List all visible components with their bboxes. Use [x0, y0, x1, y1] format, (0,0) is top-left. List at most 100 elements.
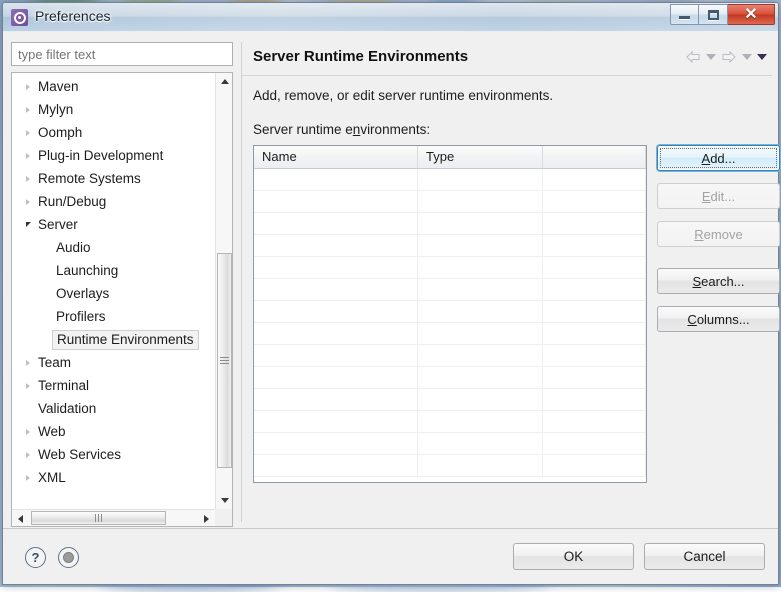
tree-item-validation[interactable]: Validation — [12, 397, 214, 420]
chevron-down-icon[interactable] — [20, 222, 36, 227]
tree-item-server[interactable]: Server — [12, 213, 214, 236]
scrollbar-grip-icon — [95, 514, 103, 522]
chevron-right-icon[interactable] — [20, 107, 36, 113]
table-row[interactable] — [254, 257, 646, 279]
preferences-dialog: Preferences ✕ MavenMylynOomphPlug-in Dev… — [2, 2, 779, 585]
tree-item-mylyn[interactable]: Mylyn — [12, 98, 214, 121]
chevron-right-icon[interactable] — [20, 130, 36, 136]
table-row[interactable] — [254, 301, 646, 323]
tree-vertical-scrollbar-thumb[interactable] — [217, 253, 232, 468]
table-row[interactable] — [254, 169, 646, 191]
table-cell — [254, 389, 418, 411]
forward-dropdown-icon[interactable] — [742, 54, 752, 60]
chevron-right-icon[interactable] — [20, 475, 36, 481]
chevron-right-icon[interactable] — [20, 360, 36, 366]
scroll-up-button[interactable] — [216, 73, 233, 90]
tree-item-launching[interactable]: Launching — [12, 259, 214, 282]
server-runtime-table[interactable]: NameType — [253, 145, 647, 483]
table-column-header[interactable]: Type — [418, 146, 543, 168]
chevron-right-icon[interactable] — [20, 84, 36, 90]
cancel-button[interactable]: Cancel — [644, 543, 765, 570]
tree-item-plug-in-development[interactable]: Plug-in Development — [12, 144, 214, 167]
tree-item-overlays[interactable]: Overlays — [12, 282, 214, 305]
tree-item-maven[interactable]: Maven — [12, 75, 214, 98]
edit-button[interactable]: Edit... — [657, 183, 780, 209]
table-row[interactable] — [254, 323, 646, 345]
add-button-label: Add... — [702, 151, 736, 166]
close-icon: ✕ — [744, 7, 757, 23]
scroll-down-icon — [221, 498, 229, 503]
tree-item-remote-systems[interactable]: Remote Systems — [12, 167, 214, 190]
preferences-tree[interactable]: MavenMylynOomphPlug-in Development Remote… — [12, 75, 214, 508]
back-dropdown-icon[interactable] — [706, 54, 716, 60]
table-row[interactable] — [254, 191, 646, 213]
chevron-right-icon[interactable] — [20, 153, 36, 159]
tree-item-label: Remote Systems — [36, 171, 141, 186]
table-cell — [543, 323, 646, 345]
chevron-right-icon[interactable] — [20, 452, 36, 458]
columns-button[interactable]: Columns... — [657, 306, 780, 332]
view-menu-dropdown-icon[interactable] — [757, 54, 767, 60]
table-cell — [254, 323, 418, 345]
table-cell — [254, 279, 418, 301]
table-row[interactable] — [254, 345, 646, 367]
table-row[interactable] — [254, 279, 646, 301]
chevron-right-icon[interactable] — [20, 176, 36, 182]
tree-item-xml[interactable]: XML — [12, 466, 214, 489]
table-row[interactable] — [254, 455, 646, 477]
table-cell — [543, 257, 646, 279]
ok-button[interactable]: OK — [513, 543, 634, 570]
tree-item-audio[interactable]: Audio — [12, 236, 214, 259]
scroll-right-icon — [204, 515, 209, 523]
maximize-button[interactable] — [699, 4, 728, 25]
window-titlebar[interactable]: Preferences ✕ — [3, 3, 778, 32]
table-row[interactable] — [254, 235, 646, 257]
tree-item-runtime-environments[interactable]: Runtime Environments — [12, 328, 214, 351]
chevron-right-icon[interactable] — [20, 199, 36, 205]
tree-item-web-services[interactable]: Web Services — [12, 443, 214, 466]
table-row[interactable] — [254, 411, 646, 433]
remove-button[interactable]: Remove — [657, 221, 780, 247]
minimize-button[interactable] — [670, 4, 699, 25]
tree-item-oomph[interactable]: Oomph — [12, 121, 214, 144]
search-button[interactable]: Search... — [657, 268, 780, 294]
close-button[interactable]: ✕ — [728, 4, 775, 25]
tree-horizontal-scrollbar[interactable] — [12, 509, 232, 526]
tree-item-web[interactable]: Web — [12, 420, 214, 443]
scroll-right-button[interactable] — [198, 510, 215, 527]
tree-item-team[interactable]: Team — [12, 351, 214, 374]
table-row[interactable] — [254, 433, 646, 455]
table-cell — [254, 301, 418, 323]
filter-input[interactable] — [11, 42, 233, 66]
tree-item-label: Runtime Environments — [52, 330, 199, 350]
chevron-right-icon[interactable] — [20, 383, 36, 389]
restore-defaults-icon[interactable] — [58, 547, 79, 568]
add-button[interactable]: Add... — [657, 145, 780, 171]
maximize-icon — [708, 10, 719, 20]
scroll-left-button[interactable] — [12, 510, 29, 527]
table-cell — [543, 345, 646, 367]
scroll-down-button[interactable] — [216, 492, 233, 509]
table-cell — [254, 169, 418, 191]
tree-vertical-scrollbar[interactable] — [215, 73, 232, 509]
forward-arrow-icon[interactable] — [721, 50, 737, 64]
tree-item-terminal[interactable]: Terminal — [12, 374, 214, 397]
table-cell — [254, 235, 418, 257]
table-cell — [418, 191, 543, 213]
back-arrow-icon[interactable] — [685, 50, 701, 64]
table-cell — [543, 367, 646, 389]
table-row[interactable] — [254, 389, 646, 411]
table-column-header[interactable]: Name — [254, 146, 418, 168]
tree-horizontal-scrollbar-thumb[interactable] — [31, 511, 166, 525]
table-column-header[interactable] — [543, 146, 646, 168]
table-row[interactable] — [254, 367, 646, 389]
table-body[interactable] — [254, 169, 646, 477]
tree-item-profilers[interactable]: Profilers — [12, 305, 214, 328]
table-row[interactable] — [254, 213, 646, 235]
tree-item-run-debug[interactable]: Run/Debug — [12, 190, 214, 213]
table-cell — [418, 433, 543, 455]
table-cell — [418, 323, 543, 345]
chevron-right-icon[interactable] — [20, 429, 36, 435]
help-icon[interactable]: ? — [25, 547, 46, 568]
page-description: Add, remove, or edit server runtime envi… — [253, 88, 553, 103]
